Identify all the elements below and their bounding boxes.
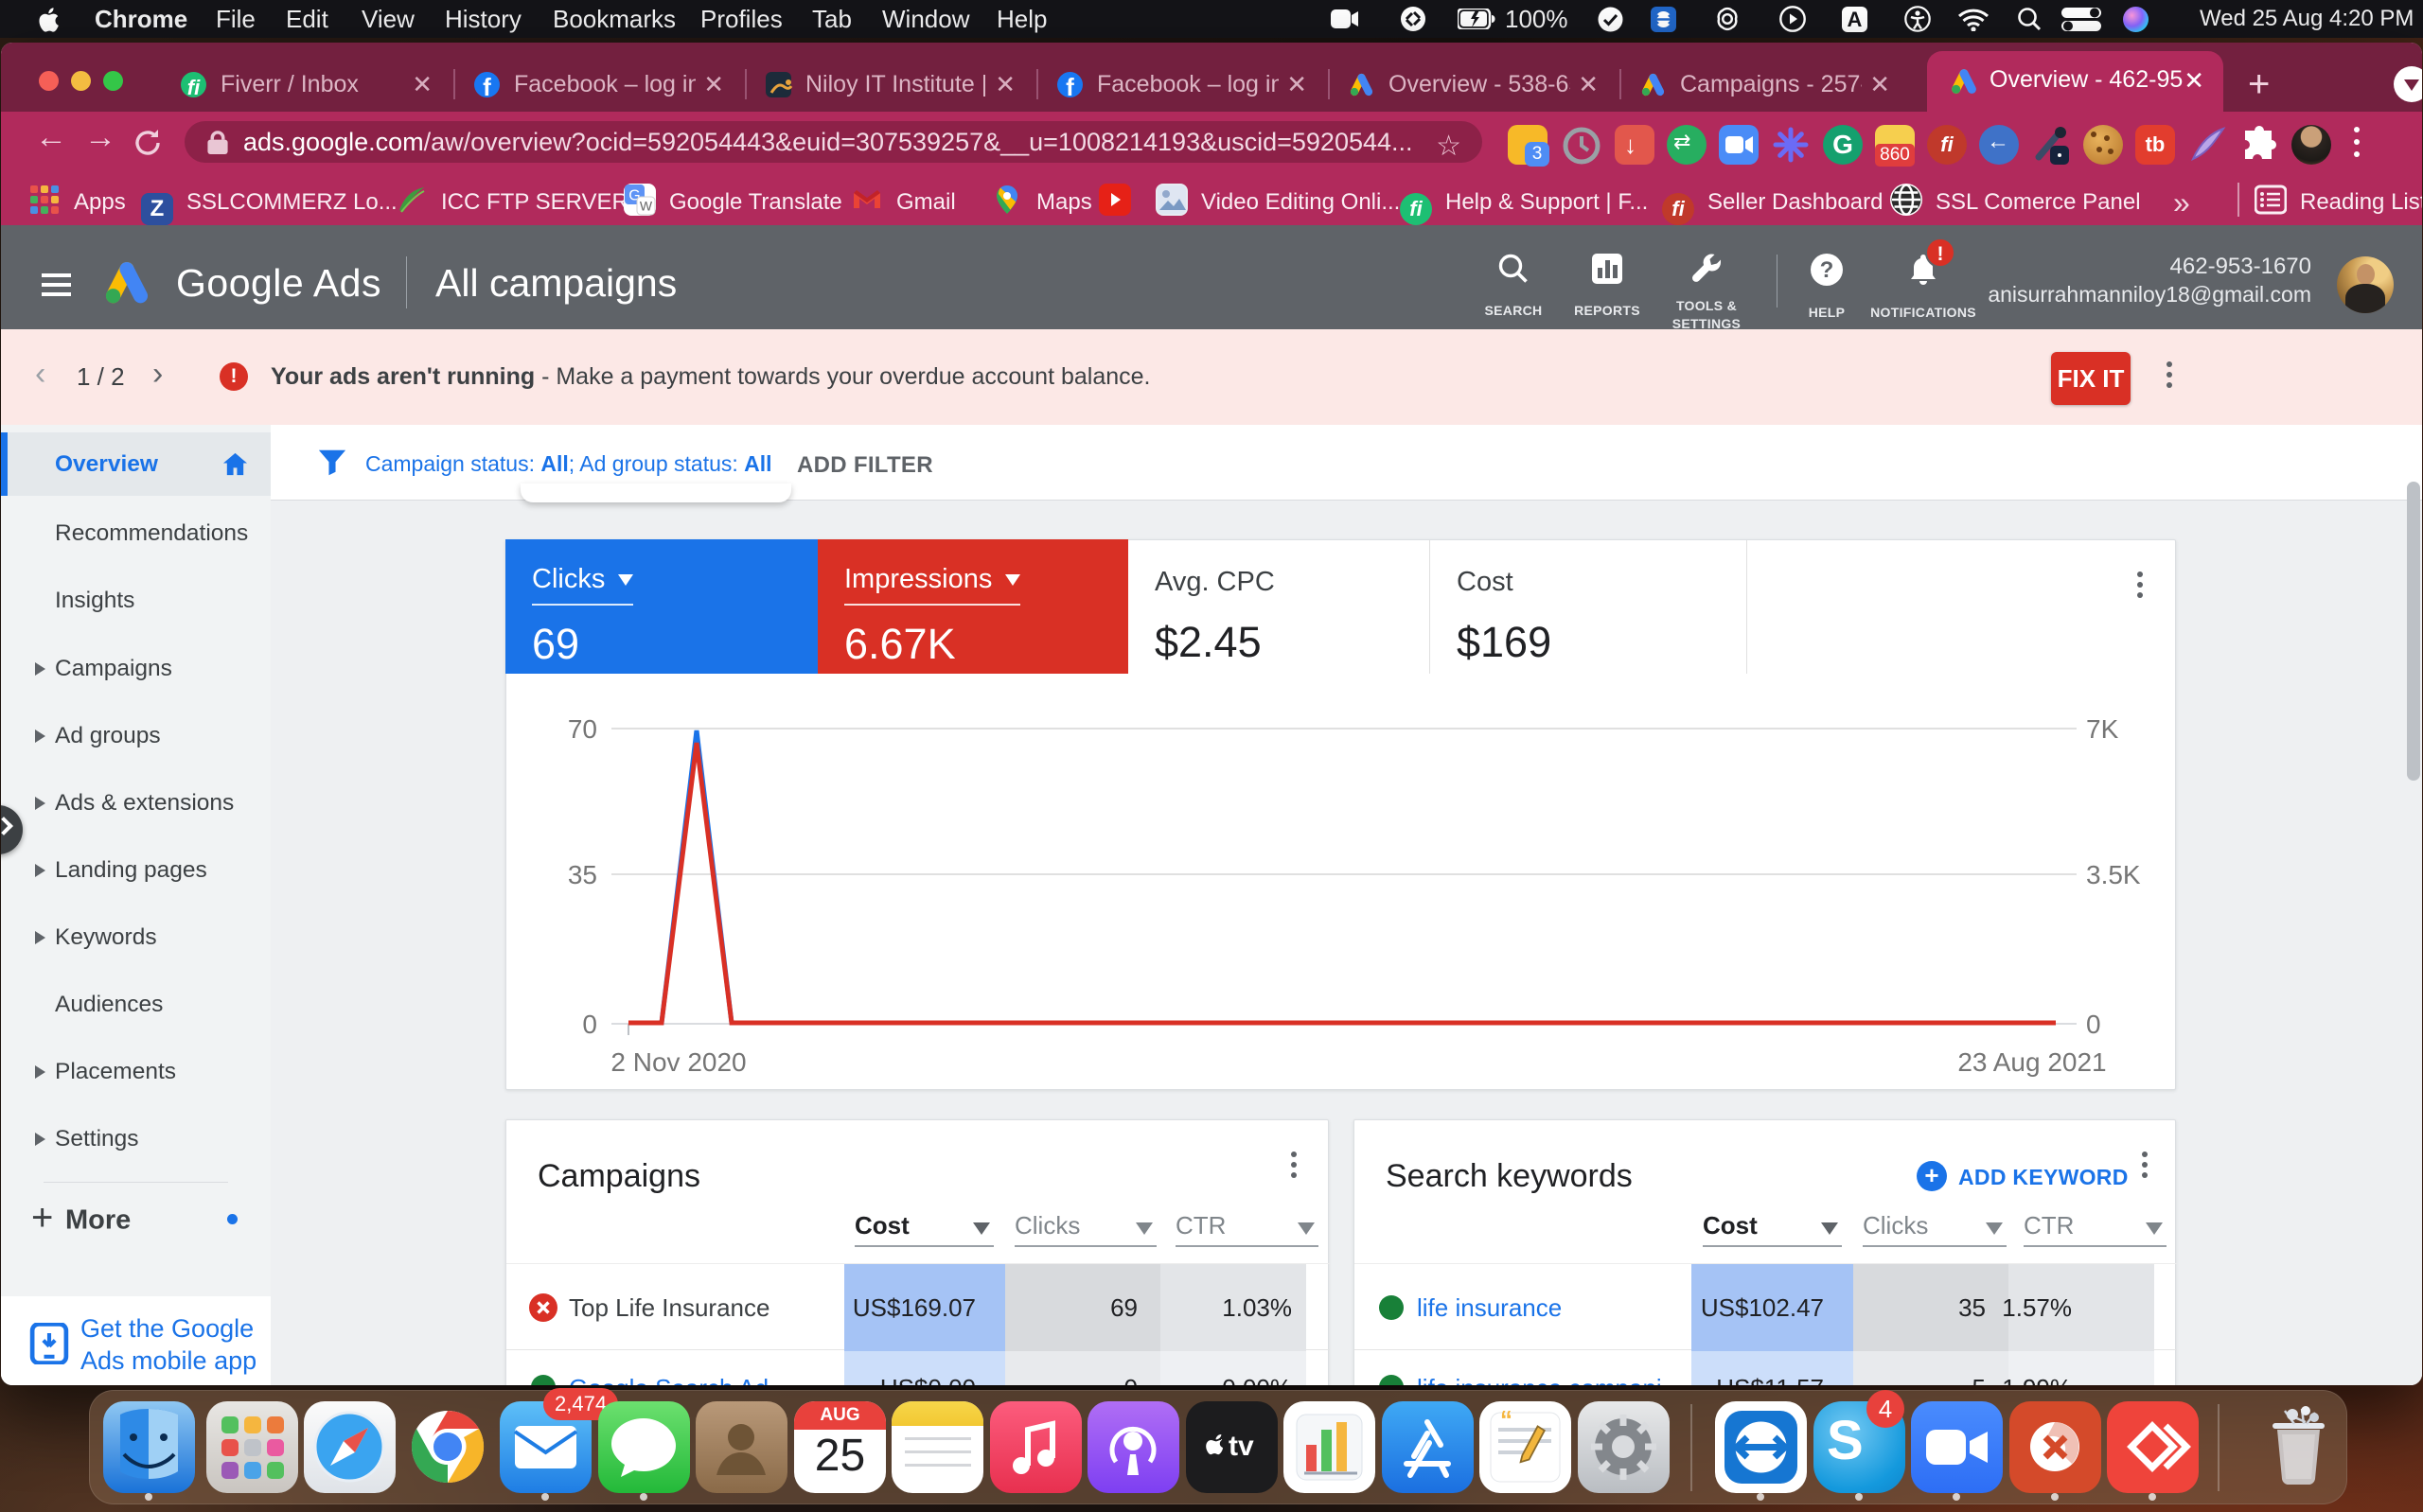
svg-text:2 Nov 2020: 2 Nov 2020 [610,1047,746,1077]
svg-text:?: ? [1820,257,1834,283]
svg-text:tv: tv [1229,1431,1254,1462]
svg-text:70: 70 [568,714,597,744]
svg-text:W: W [640,199,653,214]
svg-text:0: 0 [582,1010,597,1039]
svg-text:23 Aug 2021: 23 Aug 2021 [1957,1047,2106,1077]
svg-text:35: 35 [568,860,597,889]
svg-text:7K: 7K [2086,714,2119,744]
svg-text:“: “ [1500,1405,1512,1433]
svg-text:3.5K: 3.5K [2086,860,2141,889]
svg-text:0: 0 [2086,1010,2101,1039]
